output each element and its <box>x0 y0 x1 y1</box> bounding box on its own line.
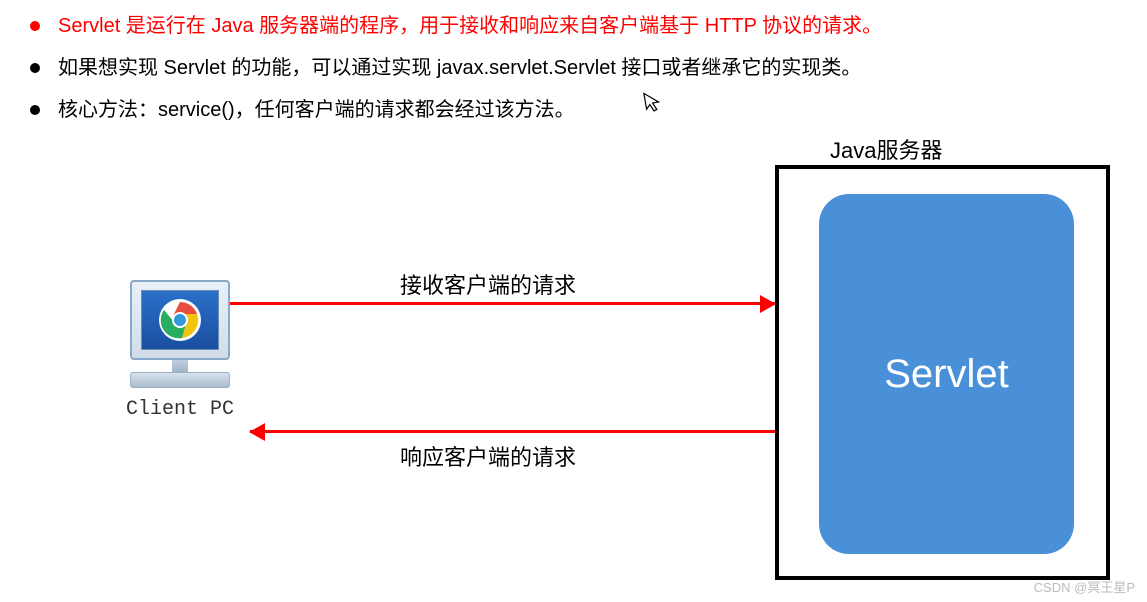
bullet-item: Servlet 是运行在 Java 服务器端的程序，用于接收和响应来自客户端基于… <box>30 10 1117 42</box>
client-label: Client PC <box>120 398 240 421</box>
request-arrow <box>230 302 775 305</box>
client-pc: Client PC <box>120 280 240 421</box>
servlet-label: Servlet <box>884 352 1009 397</box>
bullet-dot-icon <box>30 21 40 31</box>
chrome-icon <box>159 299 201 341</box>
monitor-stand <box>172 360 188 372</box>
server-label: Java服务器 <box>830 133 942 165</box>
keyboard-base <box>130 372 230 388</box>
bullet-text: 如果想实现 Servlet 的功能，可以通过实现 javax.servlet.S… <box>58 52 861 84</box>
servlet-box: Servlet <box>819 194 1074 554</box>
screen <box>141 290 219 350</box>
bullet-text: Servlet 是运行在 Java 服务器端的程序，用于接收和响应来自客户端基于… <box>58 10 882 42</box>
response-arrow <box>250 430 775 433</box>
bullet-dot-icon <box>30 105 40 115</box>
request-arrow-label: 接收客户端的请求 <box>400 268 576 300</box>
bullet-dot-icon <box>30 63 40 73</box>
monitor-icon <box>130 280 230 360</box>
response-arrow-label: 响应客户端的请求 <box>400 440 576 472</box>
bullet-list: Servlet 是运行在 Java 服务器端的程序，用于接收和响应来自客户端基于… <box>0 0 1147 126</box>
architecture-diagram: Client PC 接收客户端的请求 响应客户端的请求 Java服务器 Serv… <box>0 120 1147 600</box>
server-box: Servlet <box>775 165 1110 580</box>
watermark: CSDN @冥王星P <box>1034 577 1135 596</box>
bullet-item: 如果想实现 Servlet 的功能，可以通过实现 javax.servlet.S… <box>30 52 1117 84</box>
